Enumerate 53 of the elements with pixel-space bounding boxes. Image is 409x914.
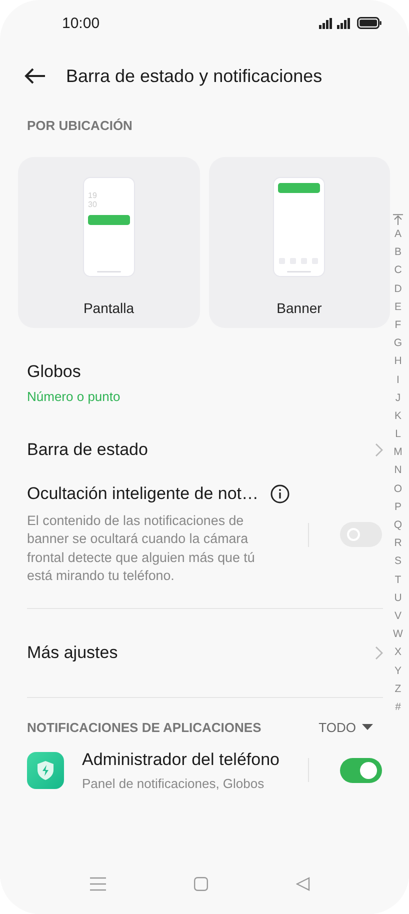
section-label: NOTIFICACIONES DE APLICACIONES	[27, 720, 262, 735]
chevron-icon	[375, 443, 383, 457]
index-letter[interactable]: S	[394, 552, 402, 571]
index-letter[interactable]: Q	[394, 516, 402, 534]
section-label: POR UBICACIÓN	[26, 117, 134, 135]
home-icon[interactable]	[194, 877, 208, 891]
back-button[interactable]	[24, 67, 48, 85]
index-letter[interactable]: D	[394, 280, 402, 298]
filter-dropdown[interactable]: TODO	[318, 720, 373, 735]
dropdown-arrow-icon	[362, 724, 373, 730]
index-letter[interactable]: K	[394, 406, 402, 426]
index-letter[interactable]: T	[394, 570, 402, 589]
app-detail: Panel de notificaciones, Globos	[82, 776, 266, 791]
battery-icon	[357, 17, 382, 29]
app-name: Administrador del teléfono	[82, 750, 281, 770]
index-letter[interactable]: H	[394, 352, 402, 370]
index-letter[interactable]: N	[394, 461, 402, 480]
index-letter[interactable]: I	[396, 370, 400, 389]
back-icon[interactable]	[296, 877, 310, 891]
scroll-top-icon[interactable]	[393, 214, 403, 225]
index-letter[interactable]: Y	[394, 662, 402, 680]
index-letter[interactable]: V	[394, 606, 402, 626]
index-letter[interactable]: C	[394, 261, 402, 280]
menu-icon[interactable]	[90, 877, 106, 891]
index-letter[interactable]: B	[394, 243, 402, 262]
index-letter[interactable]: Z	[394, 680, 402, 698]
info-icon[interactable]	[270, 484, 290, 504]
index-letter[interactable]: R	[394, 534, 402, 552]
index-letter[interactable]: G	[394, 334, 402, 352]
index-letter[interactable]: M	[394, 443, 402, 462]
shield-icon	[27, 752, 64, 789]
index-letter[interactable]: L	[395, 425, 401, 444]
index-letter[interactable]: U	[394, 588, 402, 607]
index-letter[interactable]: X	[394, 643, 402, 662]
toggle-switch[interactable]	[340, 758, 382, 783]
setting-title: Ocultación inteligente de not…	[27, 484, 259, 504]
chevron-icon	[375, 646, 383, 660]
page-title: Barra de estado y notificaciones	[66, 66, 322, 86]
index-letter[interactable]: A	[394, 225, 402, 244]
index-letter[interactable]: W	[393, 625, 403, 644]
clock: 10:00	[62, 14, 101, 32]
index-letter[interactable]: #	[395, 698, 401, 716]
index-letter[interactable]: P	[394, 498, 402, 516]
index-letter[interactable]: F	[394, 316, 402, 334]
signal-icon	[319, 18, 351, 28]
index-letter[interactable]: J	[395, 388, 401, 407]
setting-description: El contenido de las notificaciones de banner se ocultará cuando la cámara frontal detecte que alguien más que tú está mirando tu teléfono.	[27, 512, 256, 586]
index-letter[interactable]: O	[394, 480, 402, 498]
setting-row[interactable]: Más ajustes	[27, 608, 383, 697]
setting-row[interactable]: Globos Número o punto	[27, 328, 382, 404]
style-option[interactable]: Banner	[208, 157, 390, 328]
index-letter[interactable]: E	[394, 298, 402, 316]
setting-row[interactable]: Barra de estado	[27, 422, 383, 478]
